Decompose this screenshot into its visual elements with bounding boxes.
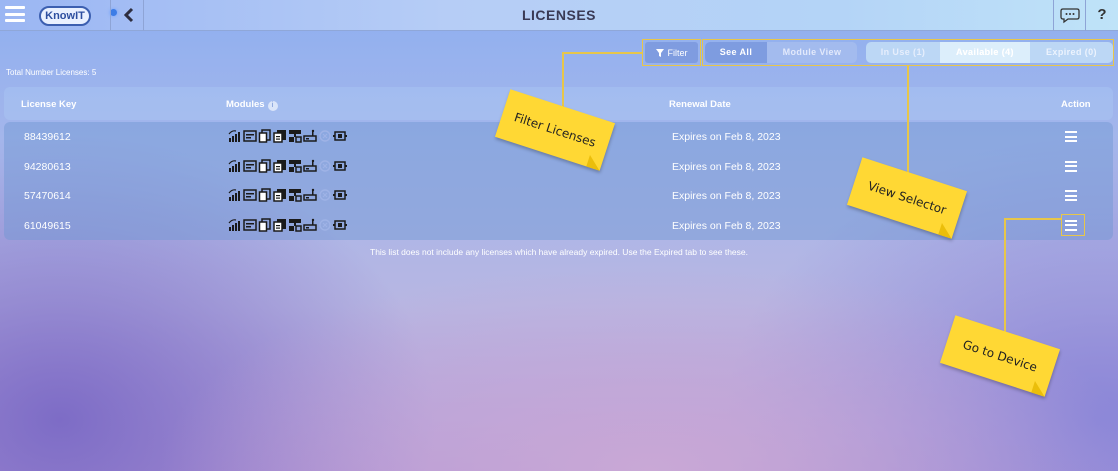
- signal-bars-icon: [228, 159, 240, 172]
- monitor-icon: [243, 159, 257, 172]
- device-icon: [303, 188, 317, 201]
- documents-icon: [273, 130, 286, 143]
- network-icon: [289, 189, 302, 202]
- license-key: 94280613: [24, 160, 71, 173]
- battery-icon: [333, 190, 347, 200]
- column-license-key: License Key: [21, 99, 77, 110]
- copy-icon: [258, 188, 271, 202]
- module-icons: [228, 129, 347, 143]
- documents-icon: [273, 189, 286, 202]
- column-modules-label: Modules: [226, 99, 265, 110]
- device-icon: [303, 159, 317, 172]
- license-key: 61049615: [24, 219, 71, 232]
- battery-icon: [333, 160, 347, 171]
- copy-icon: [258, 129, 271, 143]
- divider: [143, 0, 144, 31]
- documents-icon: [273, 159, 286, 173]
- sync-icon: [319, 130, 331, 142]
- monitor-icon: [243, 189, 257, 201]
- sync-icon: [319, 189, 331, 201]
- help-button[interactable]: ?: [1091, 4, 1113, 26]
- device-connector: [1004, 218, 1006, 346]
- chat-bubble-icon: [1060, 8, 1080, 24]
- renewal-date: Expires on Feb 8, 2023: [672, 190, 781, 202]
- network-icon: [289, 218, 302, 232]
- device-connector: [1004, 218, 1061, 220]
- device-icon: [303, 218, 317, 231]
- signal-bars-icon: [228, 130, 240, 142]
- action-highlight: [1061, 214, 1085, 236]
- top-bar: KnowIT LICENSES ?: [0, 0, 1118, 31]
- info-icon[interactable]: i: [267, 101, 278, 111]
- filter-connector: [562, 52, 642, 54]
- filter-highlight: [642, 39, 701, 66]
- renewal-date: Expires on Feb 8, 2023: [672, 131, 781, 143]
- total-licenses: Total Number Licenses: 5: [6, 68, 97, 77]
- column-modules: Modules i: [226, 99, 278, 111]
- back-button[interactable]: [117, 3, 142, 27]
- footnote: This list does not include any licenses …: [370, 247, 748, 257]
- status-dot: [110, 9, 117, 16]
- license-key: 88439612: [24, 131, 71, 143]
- renewal-date: Expires on Feb 8, 2023: [672, 160, 781, 173]
- menu-icon[interactable]: [5, 6, 25, 22]
- chevron-left-icon: [123, 7, 134, 23]
- chat-button[interactable]: [1059, 5, 1081, 25]
- network-icon: [289, 130, 302, 143]
- action-menu-button[interactable]: [1065, 190, 1077, 201]
- divider: [1085, 0, 1086, 31]
- knowit-logo: KnowIT: [39, 6, 91, 26]
- license-key: 57470614: [24, 190, 71, 202]
- monitor-icon: [243, 130, 257, 142]
- signal-bars-icon: [228, 189, 240, 201]
- sync-icon: [319, 218, 331, 231]
- go-to-device-note: Go to Device: [939, 315, 1061, 397]
- documents-icon: [273, 218, 286, 232]
- module-icons: [228, 158, 347, 173]
- action-menu-button[interactable]: [1065, 160, 1077, 172]
- page-title: LICENSES: [521, 7, 596, 23]
- action-menu-button[interactable]: [1065, 131, 1077, 142]
- device-icon: [303, 129, 317, 142]
- module-icons: [228, 188, 347, 202]
- view-selector-highlight: [702, 39, 1114, 66]
- view-connector: [907, 66, 909, 176]
- column-action: Action: [1061, 99, 1091, 110]
- sync-icon: [319, 159, 331, 172]
- copy-icon: [258, 217, 271, 232]
- copy-icon: [258, 158, 271, 173]
- battery-icon: [333, 219, 347, 230]
- module-icons: [228, 217, 347, 232]
- divider: [110, 0, 111, 31]
- divider: [1053, 0, 1054, 31]
- network-icon: [289, 159, 302, 173]
- monitor-icon: [243, 218, 257, 231]
- column-renewal-date: Renewal Date: [669, 99, 731, 110]
- signal-bars-icon: [228, 218, 240, 231]
- renewal-date: Expires on Feb 8, 2023: [672, 219, 781, 232]
- battery-icon: [333, 131, 347, 141]
